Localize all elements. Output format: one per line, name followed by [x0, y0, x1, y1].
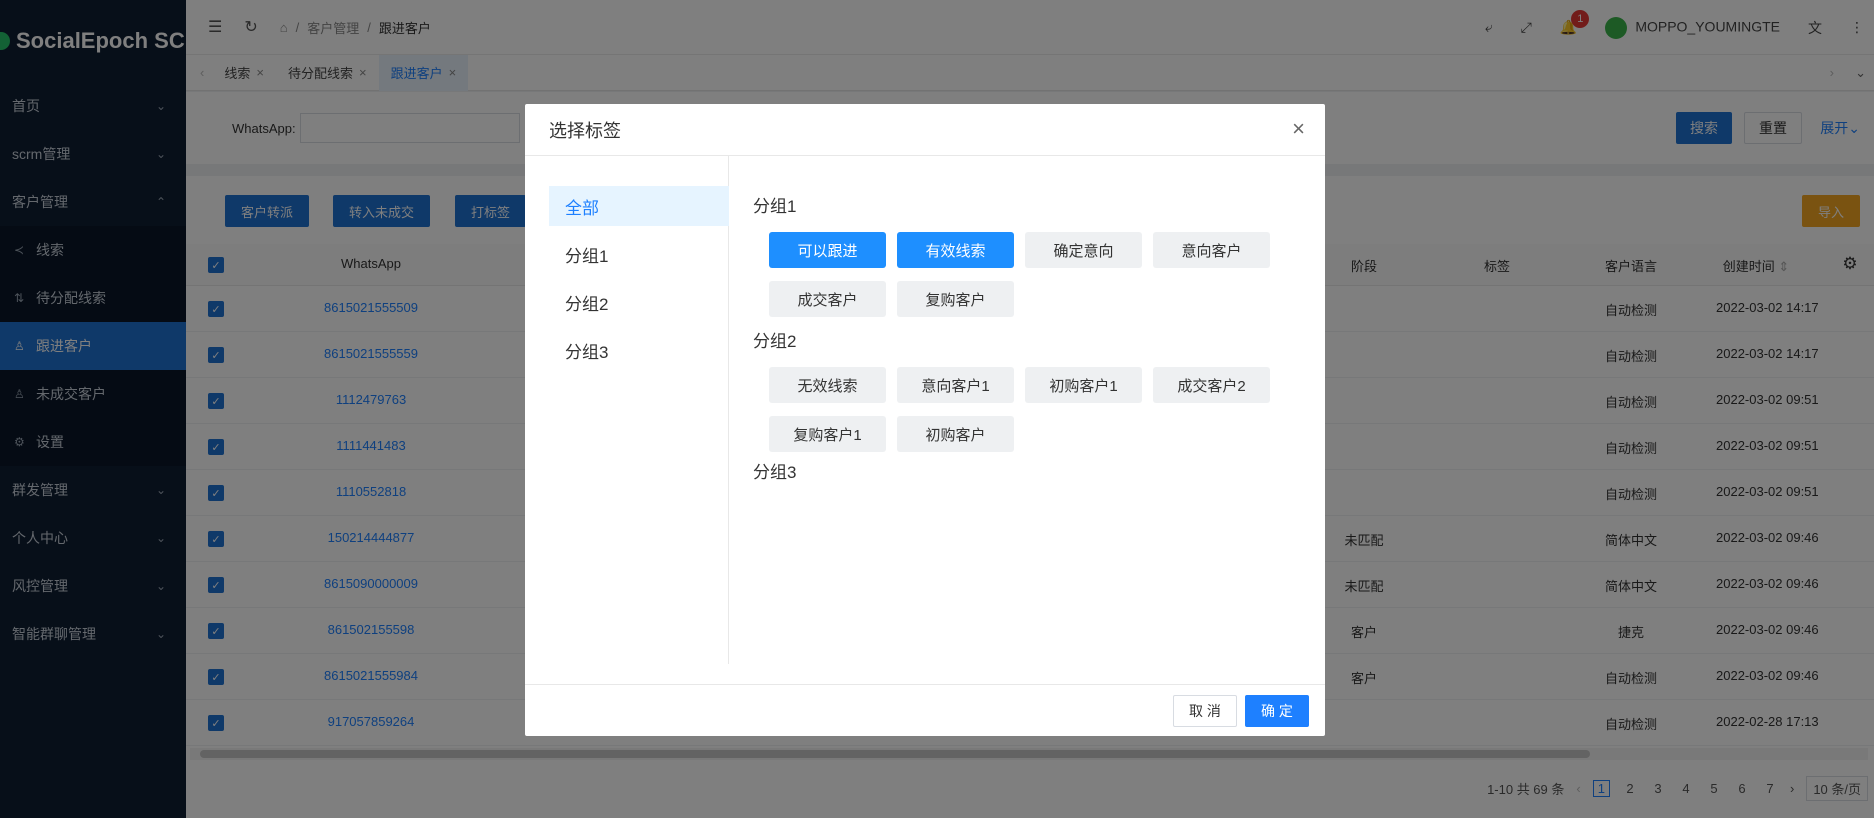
tag-option[interactable]: 意向客户1 — [897, 367, 1014, 403]
group-nav: 全部 分组1 分组2 分组3 — [525, 156, 729, 664]
group-nav-1[interactable]: 分组1 — [549, 234, 729, 274]
confirm-button[interactable]: 确 定 — [1245, 695, 1309, 727]
modal-title: 选择标签 — [549, 120, 621, 141]
tag-option[interactable]: 意向客户 — [1153, 232, 1270, 268]
tag-option[interactable]: 可以跟进 — [769, 232, 886, 268]
tag-option[interactable]: 无效线索 — [769, 367, 886, 403]
tag-list: 可以跟进 有效线索 确定意向 意向客户 成交客户 复购客户 — [753, 232, 1273, 317]
tag-list: 无效线索 意向客户1 初购客户1 成交客户2 复购客户1 初购客户 — [753, 367, 1273, 452]
modal-header: 选择标签 × — [525, 104, 1325, 156]
tag-option[interactable]: 有效线索 — [897, 232, 1014, 268]
tag-groups: 分组1 可以跟进 有效线索 确定意向 意向客户 成交客户 复购客户 分组2 无效… — [753, 156, 1305, 664]
tag-option[interactable]: 复购客户1 — [769, 416, 886, 452]
group-nav-2[interactable]: 分组2 — [549, 282, 729, 322]
tag-option[interactable]: 复购客户 — [897, 281, 1014, 317]
tag-option[interactable]: 确定意向 — [1025, 232, 1142, 268]
tag-option[interactable]: 初购客户1 — [1025, 367, 1142, 403]
select-tag-modal: 选择标签 × 全部 分组1 分组2 分组3 分组1 可以跟进 有效线索 确定意向… — [525, 104, 1325, 736]
group-title: 分组1 — [753, 197, 797, 216]
cancel-button[interactable]: 取 消 — [1173, 695, 1237, 727]
close-icon[interactable]: × — [1292, 116, 1305, 142]
tag-option[interactable]: 初购客户 — [897, 416, 1014, 452]
modal-footer: 取 消 确 定 — [525, 684, 1325, 736]
group-title: 分组2 — [753, 332, 797, 351]
group-nav-all[interactable]: 全部 — [549, 186, 729, 226]
group-nav-3[interactable]: 分组3 — [549, 330, 729, 370]
group-title: 分组3 — [753, 463, 797, 482]
tag-option[interactable]: 成交客户 — [769, 281, 886, 317]
tag-option[interactable]: 成交客户2 — [1153, 367, 1270, 403]
